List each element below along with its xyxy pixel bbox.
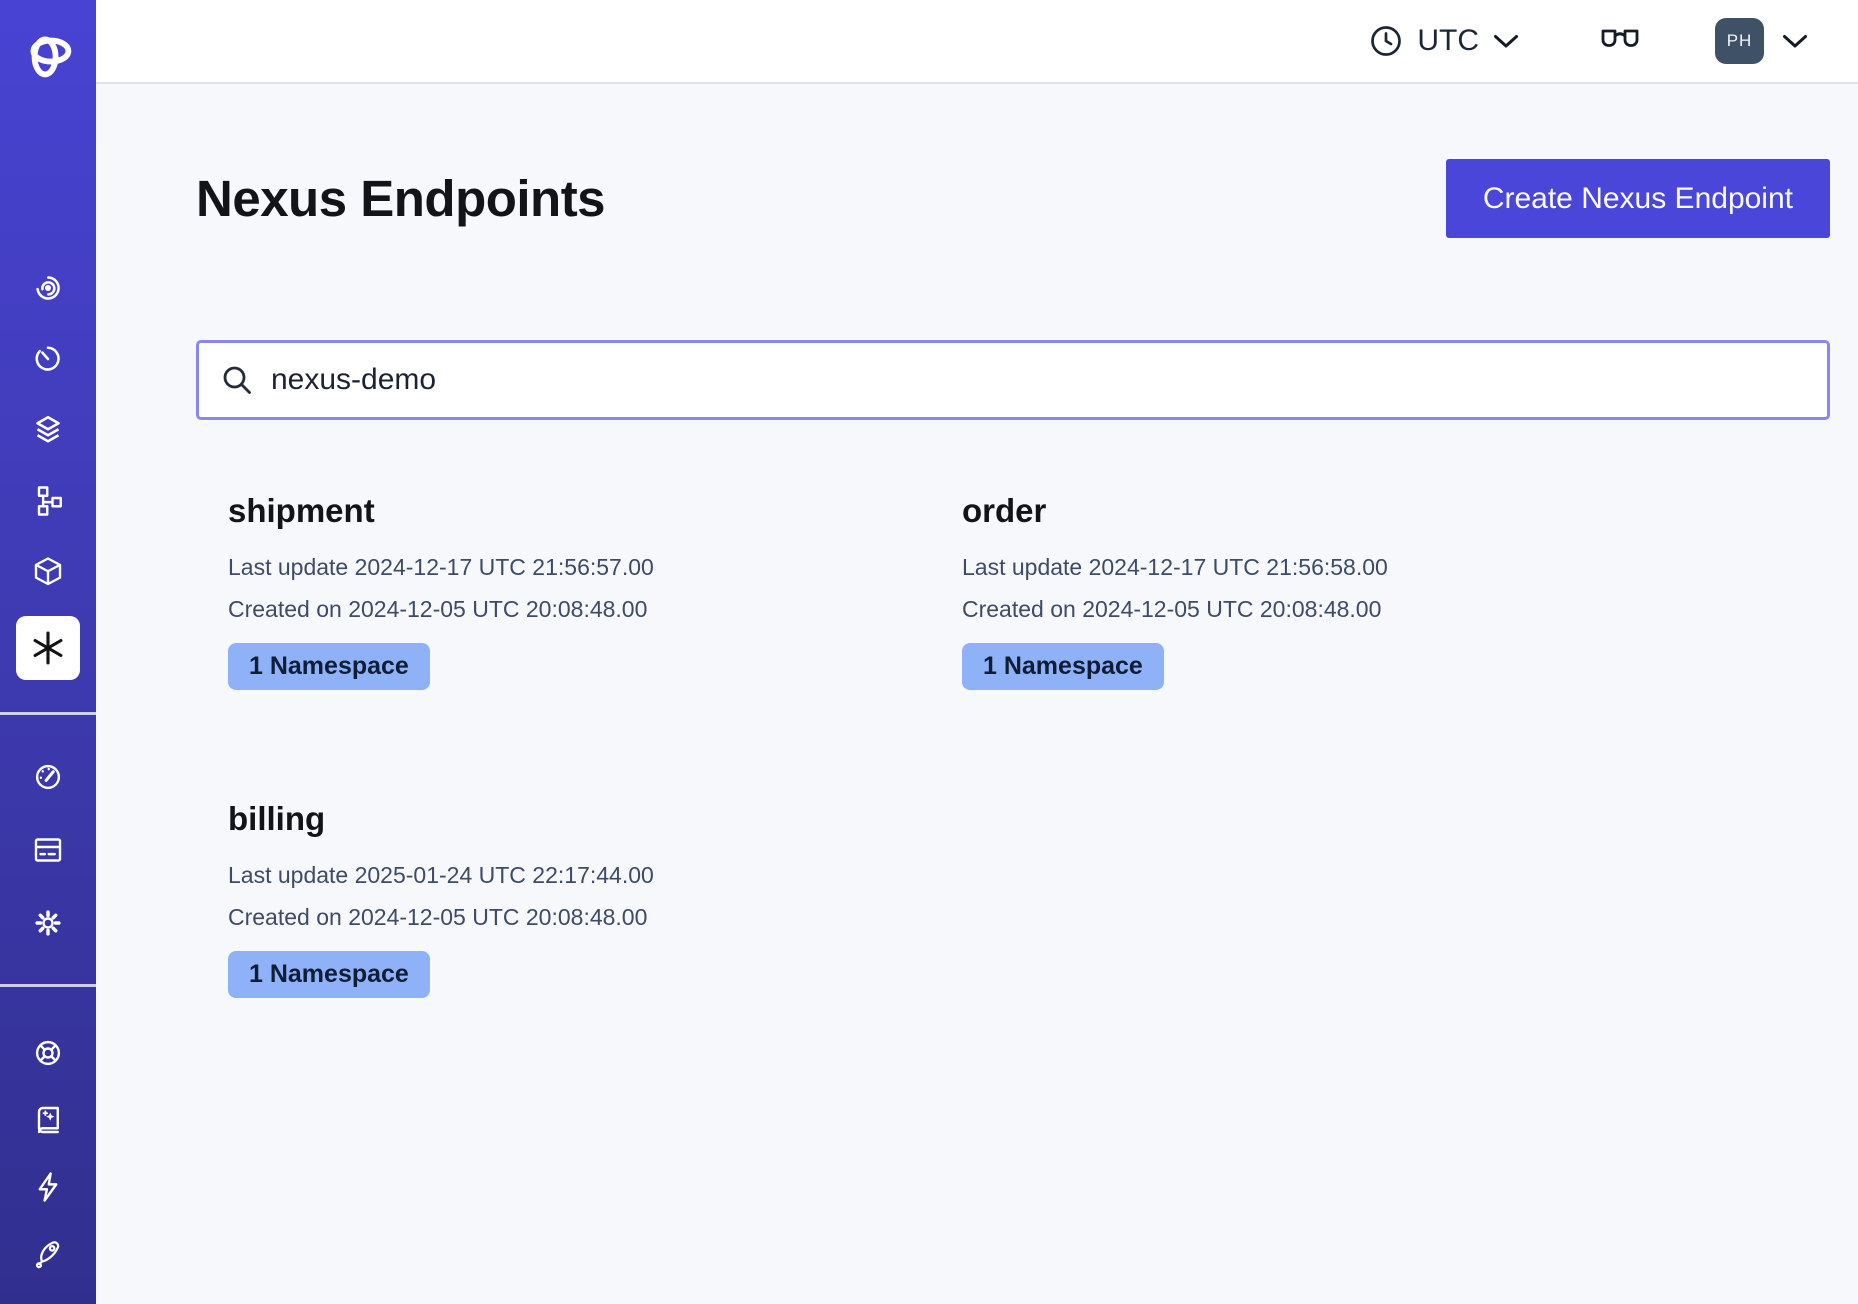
nodes-icon[interactable] (24, 477, 72, 525)
lightning-icon[interactable] (24, 1163, 72, 1211)
user-menu[interactable]: PH (1715, 18, 1808, 64)
endpoint-name[interactable]: billing (228, 800, 962, 838)
book-icon[interactable] (24, 1096, 72, 1144)
endpoint-name[interactable]: order (962, 492, 1696, 530)
endpoint-card[interactable]: shipment Last update 2024-12-17 UTC 21:5… (228, 492, 962, 690)
gauge-icon[interactable] (24, 753, 72, 801)
avatar[interactable]: PH (1715, 18, 1764, 64)
endpoint-created-on: Created on 2024-12-05 UTC 20:08:48.00 (228, 896, 962, 938)
rocket-icon[interactable] (24, 1230, 72, 1278)
create-nexus-endpoint-button[interactable]: Create Nexus Endpoint (1446, 159, 1830, 238)
top-header: UTC PH (96, 0, 1858, 84)
endpoint-grid: shipment Last update 2024-12-17 UTC 21:5… (228, 492, 1830, 998)
search-icon (221, 364, 254, 397)
clock-dial-icon[interactable] (24, 335, 72, 383)
chevron-down-icon (1493, 34, 1519, 49)
timezone-selector[interactable]: UTC (1369, 24, 1519, 58)
search-box (196, 340, 1830, 420)
sidebar-divider (0, 712, 96, 715)
page-title: Nexus Endpoints (196, 169, 605, 228)
endpoint-card[interactable]: billing Last update 2025-01-24 UTC 22:17… (228, 800, 962, 998)
cube-icon[interactable] (24, 548, 72, 596)
clock-icon (1369, 24, 1403, 58)
lifebuoy-icon[interactable] (24, 1029, 72, 1077)
layers-icon[interactable] (24, 406, 72, 454)
namespace-badge: 1 Namespace (228, 643, 430, 690)
gear-icon[interactable] (24, 899, 72, 947)
timezone-label: UTC (1417, 24, 1479, 58)
asterisk-icon[interactable] (16, 616, 80, 680)
spiral-icon[interactable] (24, 264, 72, 312)
sidebar-divider (0, 984, 96, 987)
endpoint-created-on: Created on 2024-12-05 UTC 20:08:48.00 (962, 588, 1696, 630)
temporal-logo[interactable] (20, 26, 76, 82)
namespace-badge: 1 Namespace (962, 643, 1164, 690)
namespace-badge: 1 Namespace (228, 951, 430, 998)
search-input[interactable] (254, 343, 1827, 417)
glasses-icon[interactable] (1599, 27, 1641, 55)
endpoint-last-update: Last update 2024-12-17 UTC 21:56:57.00 (228, 546, 962, 588)
main-content: Nexus Endpoints Create Nexus Endpoint sh… (96, 86, 1858, 1304)
endpoint-last-update: Last update 2025-01-24 UTC 22:17:44.00 (228, 854, 962, 896)
sidebar (0, 0, 96, 1304)
endpoint-card[interactable]: order Last update 2024-12-17 UTC 21:56:5… (962, 492, 1696, 690)
chevron-down-icon (1782, 34, 1808, 49)
endpoint-last-update: Last update 2024-12-17 UTC 21:56:58.00 (962, 546, 1696, 588)
endpoint-created-on: Created on 2024-12-05 UTC 20:08:48.00 (228, 588, 962, 630)
window-icon[interactable] (24, 826, 72, 874)
endpoint-name[interactable]: shipment (228, 492, 962, 530)
